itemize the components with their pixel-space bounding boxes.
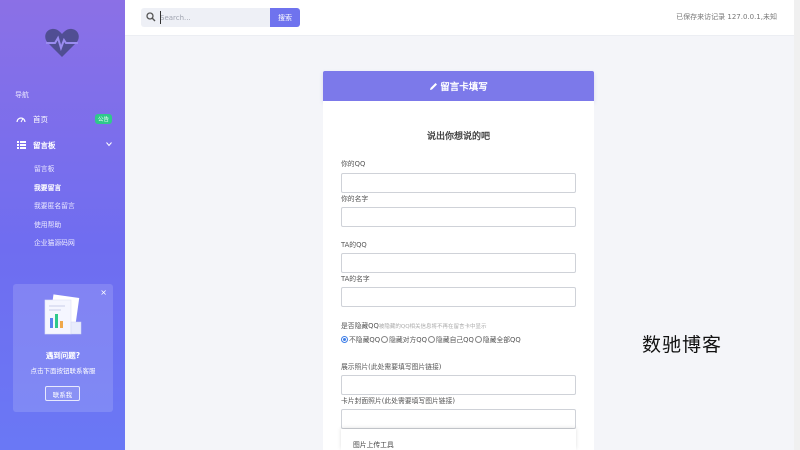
ta-qq-label: TA的QQ	[341, 241, 367, 249]
radio-no-hide[interactable]: 不隐藏QQ	[341, 334, 380, 344]
text-caret	[160, 11, 161, 24]
search-button[interactable]: 搜索	[270, 8, 300, 27]
photo-label: 展示照片(此处需要填写图片链接)	[341, 363, 442, 371]
sidebar-item-message-board[interactable]: 留言板	[16, 138, 112, 152]
hide-qq-radio-group: 不隐藏QQ 隐藏对方QQ 隐藏自己QQ 隐藏全部QQ	[341, 334, 522, 344]
radio-circle[interactable]	[381, 335, 389, 343]
watermark: 数驰博客	[642, 334, 723, 356]
radio-circle[interactable]	[341, 335, 348, 343]
sidebar-subitem-source-site[interactable]: 企业猫源码网	[34, 237, 75, 247]
chevron-down-icon	[106, 142, 112, 147]
radio-hide-self[interactable]: 隐藏自己QQ	[427, 334, 474, 344]
scrollbar[interactable]	[794, 0, 800, 450]
radio-label: 隐藏全部QQ	[482, 336, 521, 344]
photo-link-field[interactable]	[341, 375, 576, 395]
card-header: 留言卡填写	[323, 71, 594, 101]
cover-label: 卡片封面照片(此处需要填写图片链接)	[341, 397, 456, 405]
hide-qq-label-text: 是否隐藏QQ	[341, 322, 379, 330]
top-bar: 搜索 已保存来访记录 127.0.0.1,未知	[125, 0, 800, 36]
notice-badge: 公告	[94, 114, 112, 124]
your-name-label: 你的名字	[341, 195, 369, 203]
sidebar-item-label: 首页	[33, 114, 48, 124]
upload-tool-title: 图片上传工具	[353, 441, 394, 449]
radio-label: 隐藏自己QQ	[435, 336, 474, 344]
radio-circle[interactable]	[427, 335, 435, 343]
your-qq-label: 你的QQ	[341, 160, 366, 168]
help-promo-card: × 遇到问题? 点击下面按钮联系客服 联系我	[13, 284, 113, 412]
radio-label: 不隐藏QQ	[349, 336, 381, 344]
nav-heading: 导航	[15, 91, 29, 99]
visit-record-text: 已保存来访记录 127.0.0.1,未知	[676, 13, 777, 21]
hide-qq-hint: 被隐藏的QQ相关信息将不再在留言卡中显示	[378, 324, 487, 330]
sidebar-item-home[interactable]: 首页 公告	[16, 112, 112, 126]
upload-tool-panel[interactable]: 图片上传工具	[341, 429, 576, 450]
card-title: 留言卡填写	[440, 82, 488, 93]
hide-qq-label: 是否隐藏QQ被隐藏的QQ相关信息将不再在留言卡中显示	[341, 320, 487, 330]
search-icon	[146, 12, 156, 22]
radio-hide-all[interactable]: 隐藏全部QQ	[474, 334, 521, 344]
sidebar-subitem-leave-message[interactable]: 我要留言	[34, 182, 61, 192]
message-form: 说出你想说的吧 你的QQ 你的名字 TA的QQ TA的名字 是否隐藏QQ被隐藏的…	[323, 101, 594, 450]
heart-pulse-icon	[45, 28, 79, 57]
form-heading: 说出你想说的吧	[426, 132, 490, 142]
contact-button[interactable]: 联系我	[45, 386, 80, 401]
sidebar-subitem-help[interactable]: 使用帮助	[34, 219, 61, 229]
radio-hide-other[interactable]: 隐藏对方QQ	[381, 334, 427, 344]
search-input[interactable]	[160, 11, 265, 24]
dashboard-icon	[16, 114, 26, 124]
promo-subtitle: 点击下面按钮联系客服	[30, 367, 96, 375]
ta-name-label: TA的名字	[341, 275, 370, 283]
your-name-field[interactable]	[341, 207, 576, 227]
radio-circle[interactable]	[474, 335, 482, 343]
list-icon	[16, 140, 26, 150]
sidebar: 导航 首页 公告 留言板 留言板 我要留言 我要匿名留言 使用帮助 企业猫源码网…	[0, 0, 125, 450]
sidebar-subitem-anonymous-message[interactable]: 我要匿名留言	[34, 200, 75, 210]
sidebar-subitem-board[interactable]: 留言板	[34, 163, 54, 173]
sidebar-item-label: 留言板	[33, 140, 56, 150]
ta-qq-field[interactable]	[341, 253, 576, 273]
ta-name-field[interactable]	[341, 287, 576, 307]
promo-title: 遇到问题?	[45, 351, 81, 360]
report-illustration-icon	[44, 294, 82, 335]
close-icon[interactable]: ×	[100, 288, 107, 297]
your-qq-field[interactable]	[341, 173, 576, 193]
cover-link-field[interactable]	[341, 409, 576, 429]
pen-icon	[430, 82, 438, 90]
radio-label: 隐藏对方QQ	[389, 336, 427, 344]
